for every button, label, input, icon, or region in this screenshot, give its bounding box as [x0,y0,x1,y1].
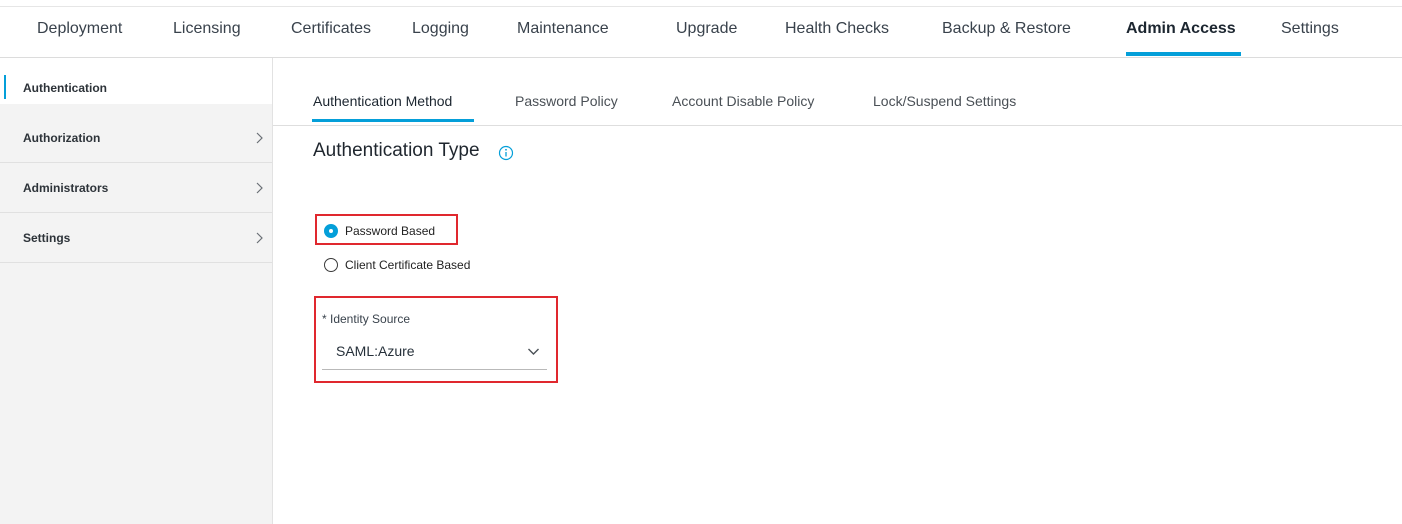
radio-unselected-icon[interactable] [324,258,338,272]
tab-deployment[interactable]: Deployment [37,20,122,38]
sidebar: Authentication Authorization Administrat… [0,58,273,524]
tab-backup-restore[interactable]: Backup & Restore [942,20,1071,38]
page-title: Authentication Type [313,140,480,161]
tab-upgrade[interactable]: Upgrade [676,20,737,38]
tab-licensing[interactable]: Licensing [173,20,241,38]
info-icon[interactable] [498,145,514,161]
chevron-down-icon [528,348,539,355]
identity-source-select[interactable]: SAML:Azure [322,334,547,370]
sidebar-item-authorization[interactable]: Authorization [0,114,272,163]
radio-label: Password Based [345,224,436,238]
sidebar-item-administrators[interactable]: Administrators [0,164,272,213]
chevron-right-icon [256,182,263,194]
tab-certificates[interactable]: Certificates [291,20,371,38]
sidebar-item-label: Settings [23,231,71,245]
top-navigation: Deployment Licensing Certificates Loggin… [0,7,1402,58]
sidebar-item-label: Administrators [23,181,109,195]
tab-settings[interactable]: Settings [1281,20,1339,38]
sidebar-item-settings[interactable]: Settings [0,214,272,263]
chevron-right-icon [256,232,263,244]
identity-source-label: * Identity Source [322,312,411,326]
radio-client-certificate-based[interactable]: Client Certificate Based [324,258,504,274]
subtab-account-disable-policy[interactable]: Account Disable Policy [672,93,814,109]
sidebar-item-label: Authentication [23,81,107,95]
subtab-lock-suspend-settings[interactable]: Lock/Suspend Settings [873,93,1016,109]
active-tab-indicator [1126,52,1241,56]
tab-maintenance[interactable]: Maintenance [517,20,609,38]
sub-tabs: Authentication Method Password Policy Ac… [273,58,1402,126]
tab-admin-access[interactable]: Admin Access [1126,20,1236,38]
subtab-password-policy[interactable]: Password Policy [515,93,618,109]
subtab-authentication-method[interactable]: Authentication Method [313,93,452,109]
radio-label: Client Certificate Based [345,258,471,272]
sidebar-item-authentication[interactable]: Authentication [0,58,272,104]
chevron-right-icon [256,132,263,144]
sidebar-active-indicator [4,75,6,99]
tab-logging[interactable]: Logging [412,20,469,38]
active-subtab-indicator [312,119,474,122]
radio-selected-icon[interactable] [324,224,338,238]
sidebar-item-label: Authorization [23,131,101,145]
tab-health-checks[interactable]: Health Checks [785,20,889,38]
radio-password-based[interactable]: Password Based [324,224,464,240]
identity-source-value: SAML:Azure [336,343,415,359]
